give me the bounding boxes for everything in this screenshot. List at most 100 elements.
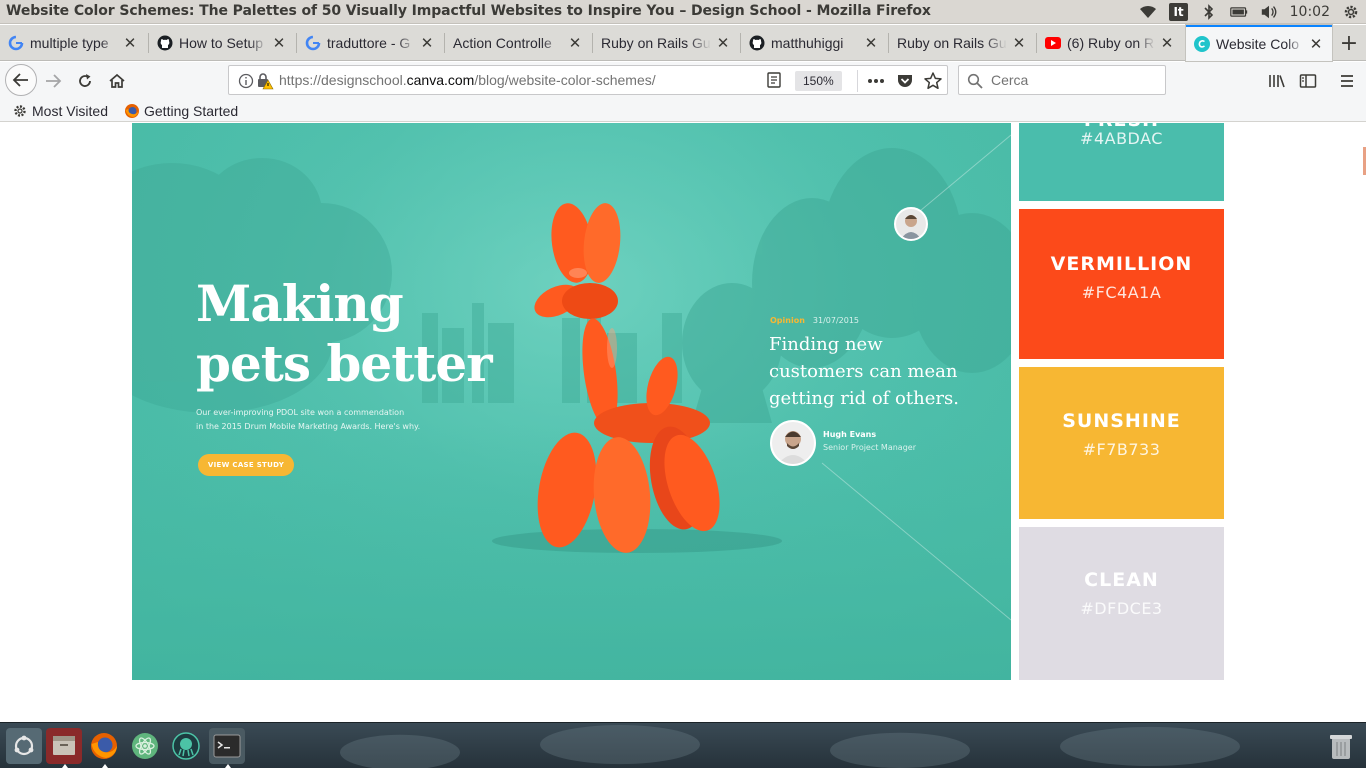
hero-description-line1: Our ever-improving PDOL site won a comme… [196, 408, 405, 417]
url-bar-divider [857, 70, 858, 92]
close-tab-icon[interactable]: ✕ [567, 34, 583, 52]
hero-description-line2: in the 2015 Drum Mobile Marketing Awards… [196, 422, 421, 431]
page-viewport: Making pets better Our ever-improving PD… [0, 123, 1366, 722]
trash-icon[interactable] [1323, 728, 1359, 764]
new-tab-button[interactable]: + [1332, 25, 1366, 61]
insecure-lock-warning-icon[interactable] [256, 72, 274, 90]
google-icon [305, 35, 321, 51]
close-tab-icon[interactable]: ✕ [863, 34, 879, 52]
author-name: Hugh Evans [823, 430, 877, 439]
tab-how-to-setup[interactable]: How to Setup ✕ [149, 25, 295, 61]
swatch-vermillion: VERMILLION #FC4A1A [1019, 209, 1224, 359]
page-actions-menu-icon[interactable] [867, 78, 885, 84]
system-tray: It 10:02 [1139, 2, 1360, 22]
volume-icon[interactable] [1260, 3, 1278, 21]
forward-arrow-icon [46, 74, 62, 88]
google-icon [8, 35, 24, 51]
close-tab-icon[interactable]: ✕ [1011, 34, 1027, 52]
tab-youtube-ruby-on-rails[interactable]: (6) Ruby on R ✕ [1037, 25, 1183, 61]
running-indicator [62, 764, 68, 768]
ubuntu-launcher-icon[interactable] [6, 728, 42, 764]
menu-button[interactable] [1332, 66, 1362, 96]
url-domain: canva.com [406, 72, 475, 88]
bookmark-label: Getting Started [144, 102, 239, 119]
bookmark-label: Most Visited [32, 102, 108, 119]
zoom-level-button[interactable]: 150% [795, 71, 842, 91]
wifi-icon[interactable] [1139, 3, 1157, 21]
tab-multiple-type[interactable]: multiple type ✕ [0, 25, 146, 61]
bluetooth-icon[interactable] [1200, 3, 1218, 21]
info-icon[interactable] [238, 73, 254, 89]
tab-traduttore[interactable]: traduttore - G ✕ [297, 25, 443, 61]
terminal-icon[interactable] [209, 728, 245, 768]
bookmarks-toolbar: Most Visited Getting Started [0, 100, 1366, 122]
tab-matthuhiggi[interactable]: matthuhiggi ✕ [741, 25, 887, 61]
swatch-fresh: FRESH #4ABDAC [1019, 123, 1224, 201]
window-title: Website Color Schemes: The Palettes of 5… [6, 3, 931, 19]
tab-action-controller[interactable]: Action Controlle ✕ [445, 25, 591, 61]
bookmark-getting-started[interactable]: Getting Started [124, 103, 238, 119]
home-button[interactable] [102, 66, 132, 96]
reader-view-icon[interactable] [767, 72, 781, 88]
bookmark-star-icon[interactable] [923, 71, 943, 91]
close-tab-icon[interactable]: ✕ [715, 34, 731, 52]
gitkraken-icon[interactable] [168, 728, 204, 764]
tab-label: Ruby on Rails Gu [897, 35, 1007, 51]
navigation-toolbar: https://designschool.canva.com/blog/webs… [0, 62, 1366, 100]
github-icon [749, 35, 765, 51]
forward-button[interactable] [38, 66, 68, 96]
files-icon[interactable] [46, 728, 82, 768]
close-tab-icon[interactable]: ✕ [271, 34, 287, 52]
bookmark-most-visited[interactable]: Most Visited [12, 103, 108, 119]
close-tab-icon[interactable]: ✕ [419, 34, 435, 52]
library-button[interactable] [1262, 66, 1292, 96]
sidebar-icon [1299, 74, 1317, 88]
search-icon [967, 73, 983, 89]
hero-description: Our ever-improving PDOL site won a comme… [196, 406, 436, 434]
tab-ruby-on-rails-guides[interactable]: Ruby on Rails Gu ✕ [593, 25, 739, 61]
reload-button[interactable] [70, 66, 100, 96]
library-icon [1269, 75, 1285, 88]
swatch-name: SUNSHINE [1062, 410, 1181, 432]
running-indicator [225, 764, 231, 768]
firefox-icon[interactable] [86, 728, 122, 768]
settings-gear-icon[interactable] [1342, 3, 1360, 21]
search-bar[interactable]: Cerca [958, 65, 1166, 95]
tab-ruby-on-rails-guides-2[interactable]: Ruby on Rails Gu ✕ [889, 25, 1035, 61]
tab-label: multiple type [30, 35, 109, 51]
tab-website-color-schemes[interactable]: Website Colo ✕ [1186, 25, 1332, 61]
back-button[interactable] [5, 64, 37, 96]
url-text[interactable]: https://designschool.canva.com/blog/webs… [279, 72, 656, 88]
url-path: /blog/website-color-schemes/ [474, 72, 656, 88]
tab-label: matthuhiggi [771, 35, 844, 51]
swatch-name: VERMILLION [1050, 253, 1193, 275]
close-tab-icon[interactable]: ✕ [1308, 35, 1324, 53]
address-bar[interactable]: https://designschool.canva.com/blog/webs… [228, 65, 948, 95]
sidebar-button[interactable] [1293, 66, 1323, 96]
quote-date: 31/07/2015 [812, 316, 860, 325]
avatar [894, 207, 928, 241]
hero-image: Making pets better Our ever-improving PD… [132, 123, 1011, 680]
close-tab-icon[interactable]: ✕ [122, 34, 138, 52]
clock[interactable]: 10:02 [1290, 4, 1330, 20]
author-avatar [770, 420, 816, 466]
youtube-icon [1045, 35, 1061, 51]
dock-background-texture [340, 724, 1240, 768]
hero-headline-line1: Making [196, 274, 404, 333]
taskbar-dock [0, 722, 1366, 768]
canva-icon [1194, 36, 1210, 52]
swatch-name: CLEAN [1084, 569, 1159, 591]
battery-icon[interactable] [1229, 3, 1248, 21]
close-tab-icon[interactable]: ✕ [1159, 34, 1175, 52]
tab-label: How to Setup [179, 35, 264, 51]
keyboard-layout-badge[interactable]: It [1169, 3, 1188, 21]
author-role: Senior Project Manager [823, 443, 916, 452]
home-icon [109, 73, 125, 88]
url-prefix: https://designschool. [279, 72, 407, 88]
gear-icon [12, 103, 28, 119]
pocket-icon[interactable] [896, 72, 914, 90]
atom-icon[interactable] [127, 728, 163, 764]
swatch-hex: #FC4A1A [1081, 283, 1162, 302]
back-arrow-icon [12, 73, 28, 87]
hamburger-menu-icon [1341, 75, 1353, 87]
